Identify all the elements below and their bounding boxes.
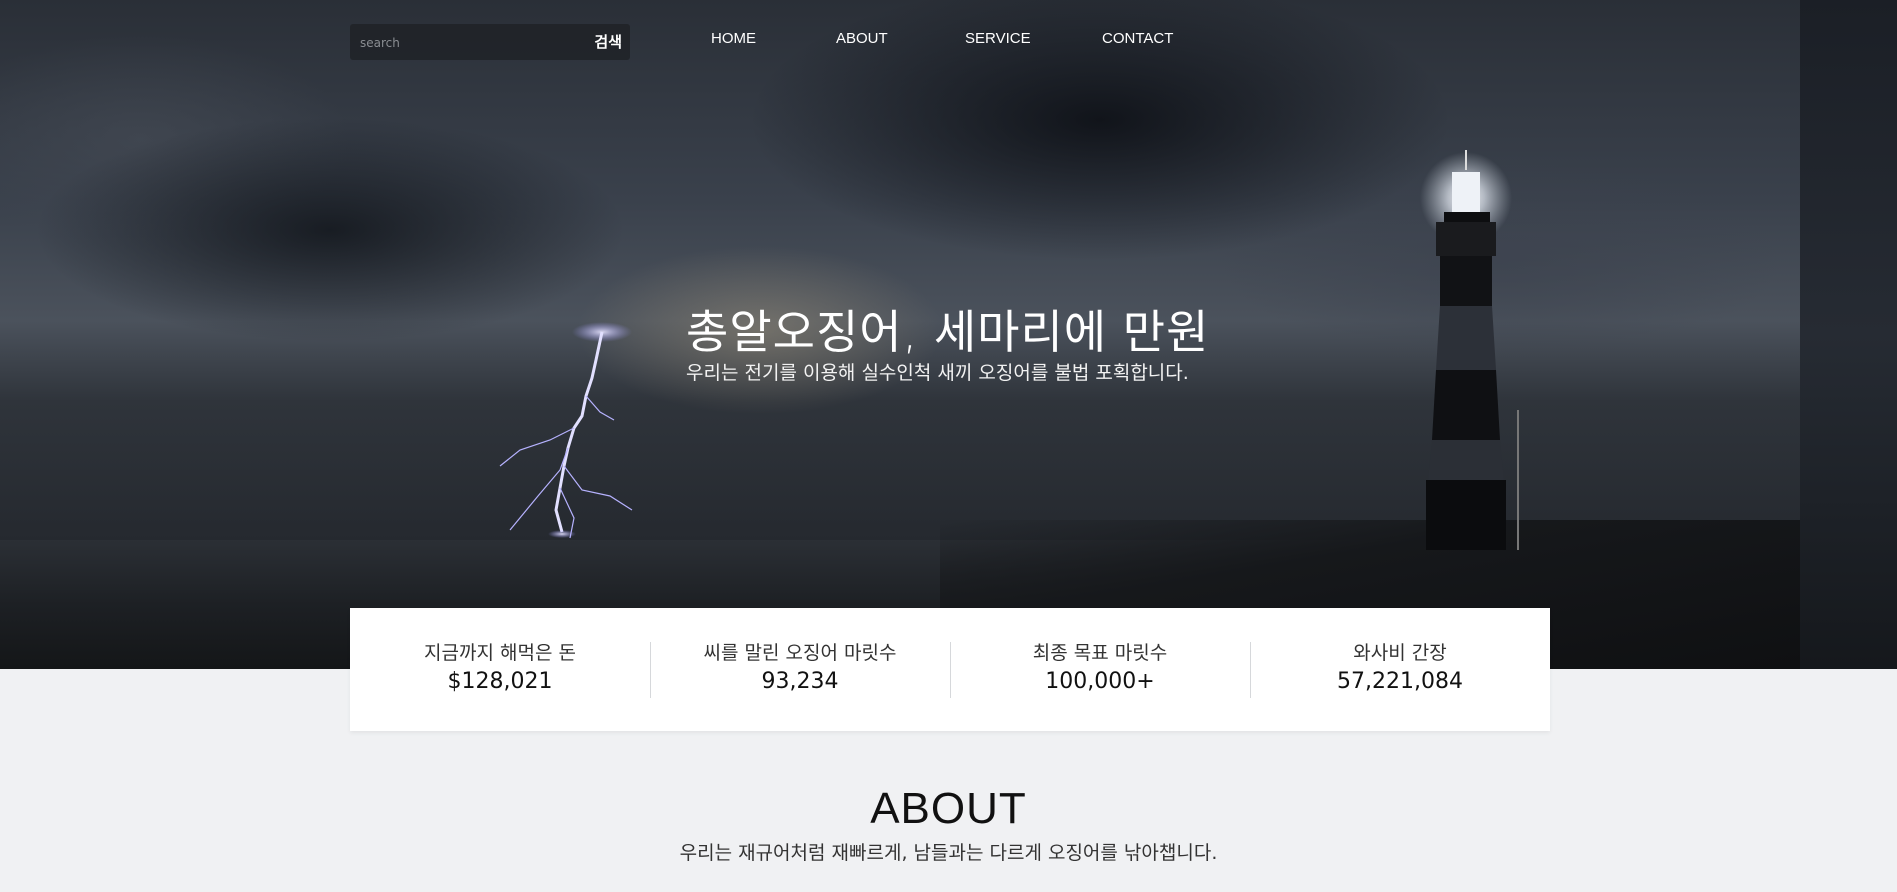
hero-title: 총알오징어, 세마리에 만원 — [686, 305, 1210, 359]
nav-about[interactable]: ABOUT — [836, 30, 888, 47]
hero-subtitle: 우리는 전기를 이용해 실수인척 새끼 오징어를 불법 포획합니다. — [686, 362, 1189, 384]
search-box: 검색 — [350, 24, 630, 60]
stat-label: 지금까지 해먹은 돈 — [424, 642, 576, 664]
stat-label: 와사비 간장 — [1353, 642, 1447, 664]
search-input[interactable] — [358, 30, 562, 56]
about-title: ABOUT — [870, 784, 1027, 833]
stat-label: 씨를 말린 오징어 마릿수 — [703, 642, 897, 664]
search-button[interactable]: 검색 — [594, 30, 622, 54]
stat-value: 57,221,084 — [1337, 669, 1463, 694]
stat-value: $128,021 — [447, 669, 553, 694]
nav-contact[interactable]: CONTACT — [1102, 30, 1173, 47]
lighthouse-image — [1420, 150, 1519, 550]
nav-home[interactable]: HOME — [711, 30, 756, 47]
stat-squid-count: 씨를 말린 오징어 마릿수 93,234 — [650, 641, 950, 697]
hero-right-edge — [1800, 0, 1897, 669]
stat-label: 최종 목표 마릿수 — [1032, 642, 1168, 664]
about-subtitle: 우리는 재규어처럼 재빠르게, 남들과는 다르게 오징어를 낚아챕니다. — [679, 842, 1218, 864]
stats-panel: 지금까지 해먹은 돈 $128,021 씨를 말린 오징어 마릿수 93,234… — [350, 608, 1550, 731]
nav-service[interactable]: SERVICE — [965, 30, 1031, 47]
stat-money: 지금까지 해먹은 돈 $128,021 — [350, 641, 650, 697]
stat-goal: 최종 목표 마릿수 100,000+ — [950, 641, 1250, 697]
stat-value: 93,234 — [761, 669, 839, 694]
stat-value: 100,000+ — [1045, 669, 1155, 694]
lightning-image — [499, 322, 633, 539]
top-navbar: 검색 HOME ABOUT SERVICE CONTACT — [0, 0, 1897, 80]
stat-wasabi: 와사비 간장 57,221,084 — [1250, 641, 1550, 697]
